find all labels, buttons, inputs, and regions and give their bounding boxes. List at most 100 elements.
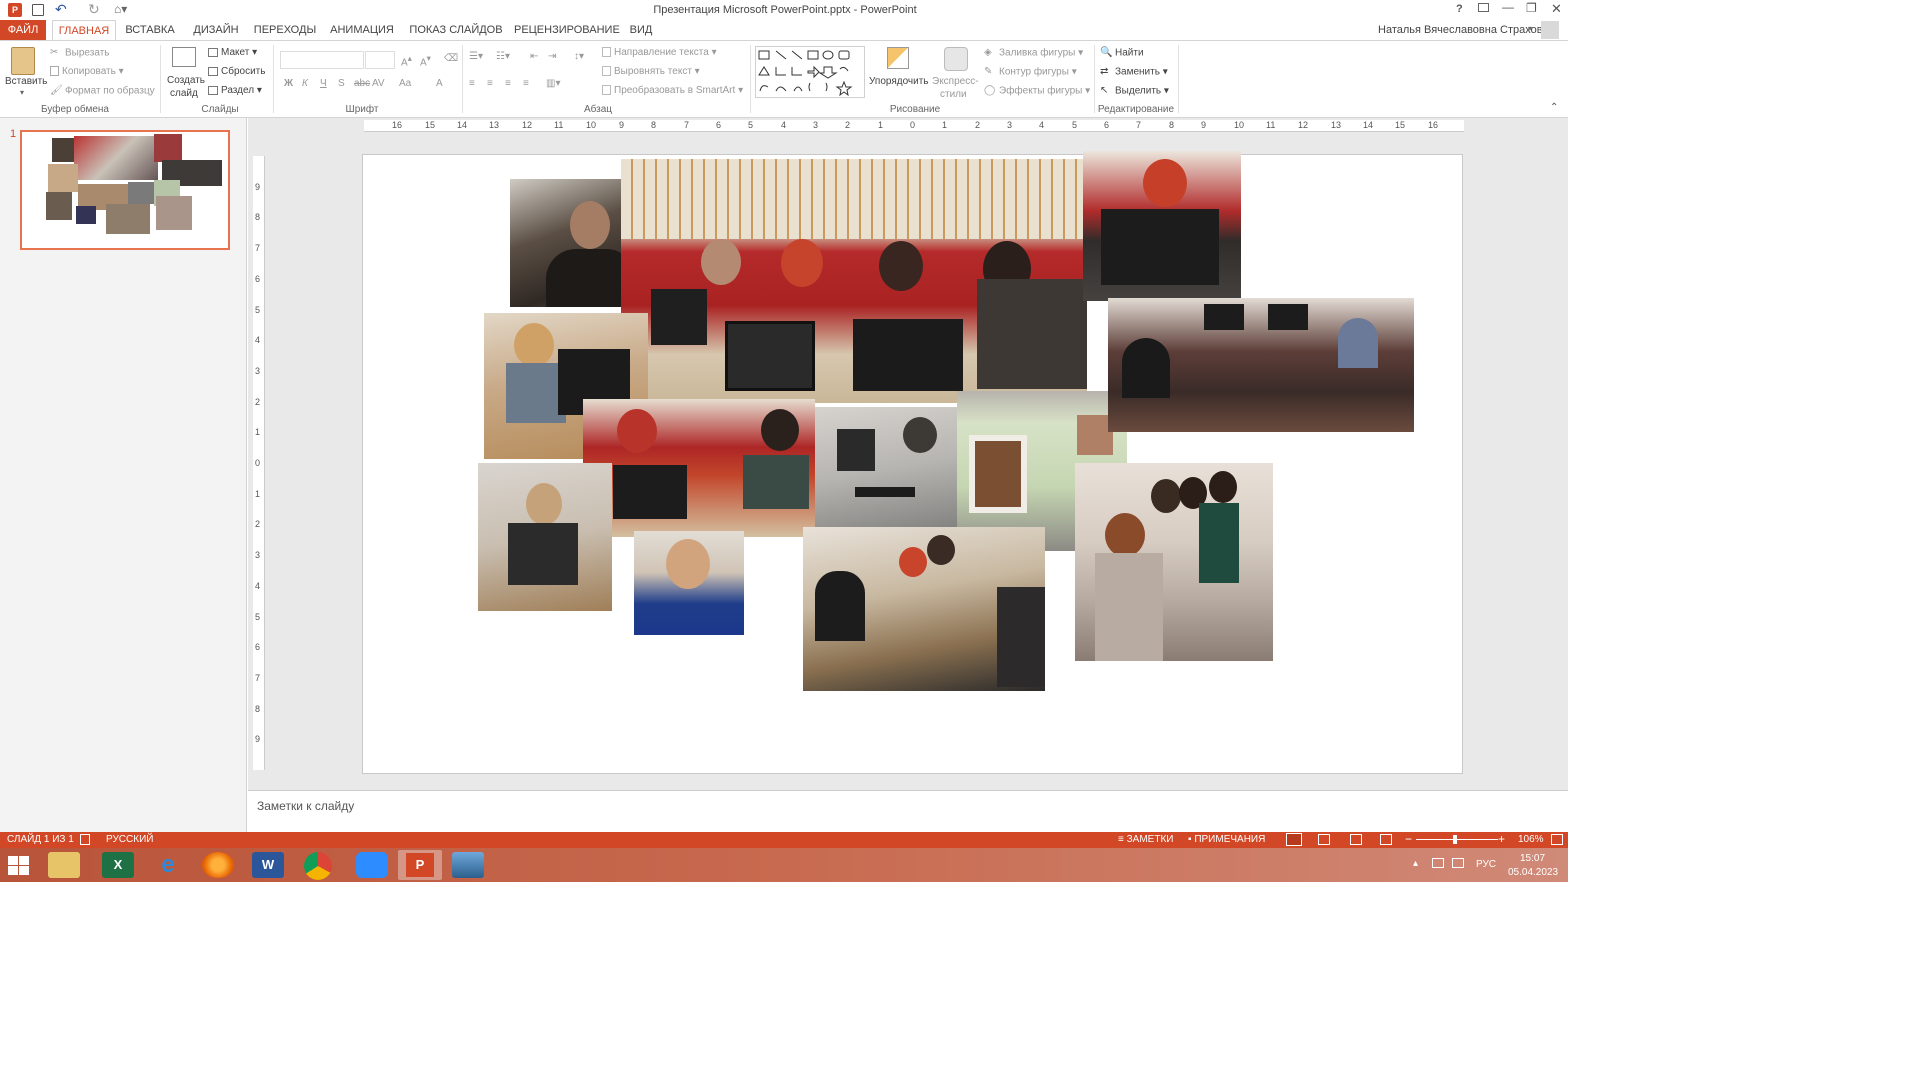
volume-icon[interactable]	[1452, 858, 1464, 868]
notes-pane[interactable]: Заметки к слайду	[248, 790, 1568, 832]
chrome-icon[interactable]	[304, 852, 332, 880]
zoom-in-icon[interactable]: +	[1498, 832, 1505, 846]
slide-canvas[interactable]	[362, 151, 1463, 774]
columns-icon[interactable]: ▥▾	[546, 78, 560, 89]
file-explorer-icon[interactable]	[48, 852, 80, 878]
powerpoint-taskbar-icon[interactable]: P	[398, 850, 442, 880]
photo-classroom-audience[interactable]	[1108, 298, 1414, 432]
word-icon[interactable]: W	[252, 852, 284, 878]
zoom-out-icon[interactable]: −	[1405, 832, 1412, 846]
photo-group-at-tables[interactable]	[803, 527, 1045, 691]
tab-transitions[interactable]: ПЕРЕХОДЫ	[252, 20, 318, 40]
shapes-gallery[interactable]	[755, 46, 865, 98]
avatar[interactable]	[1541, 21, 1559, 39]
firefox-icon[interactable]	[202, 852, 234, 878]
increase-indent-icon[interactable]: ⇥	[548, 51, 556, 62]
input-language[interactable]: РУС	[1476, 859, 1496, 870]
help-icon[interactable]: ?	[1456, 3, 1463, 15]
tab-file[interactable]: ФАЙЛ	[0, 20, 46, 40]
photo-woman-typing[interactable]	[815, 407, 959, 531]
bullets-icon[interactable]: ☰▾	[469, 51, 483, 62]
font-size-select[interactable]	[365, 51, 395, 69]
justify-icon[interactable]: ≡	[523, 78, 529, 89]
tab-review[interactable]: РЕЦЕНЗИРОВАНИЕ	[514, 20, 620, 40]
align-text-button[interactable]: Выровнять текст ▾	[602, 66, 700, 77]
select-button[interactable]: ↖ Выделить ▾	[1100, 85, 1169, 97]
clock-date[interactable]: 05.04.2023	[1508, 867, 1558, 878]
windows-start-icon[interactable]	[8, 856, 30, 876]
new-slide-icon[interactable]	[172, 47, 196, 67]
layout-button[interactable]: Макет ▾	[208, 47, 257, 58]
section-button[interactable]: Раздел ▾	[208, 85, 262, 96]
font-family-select[interactable]	[280, 51, 364, 69]
tray-chevron-icon[interactable]: ▴	[1413, 858, 1418, 869]
smartart-button[interactable]: Преобразовать в SmartArt ▾	[602, 85, 743, 96]
strikethrough-button[interactable]: abc	[354, 78, 370, 89]
tab-view[interactable]: ВИД	[624, 20, 658, 40]
zoom-slider-thumb[interactable]	[1453, 835, 1457, 844]
quick-styles-line1[interactable]: Экспресс-	[932, 76, 979, 87]
decrease-indent-icon[interactable]: ⇤	[530, 51, 538, 62]
network-icon[interactable]	[1432, 858, 1444, 868]
slide-thumbnail[interactable]	[20, 130, 230, 250]
restore-icon[interactable]: ❐	[1526, 1, 1537, 15]
quick-styles-icon[interactable]	[944, 47, 968, 71]
shadow-button[interactable]: S	[338, 78, 345, 89]
align-left-icon[interactable]: ≡	[469, 78, 475, 89]
clear-formatting-icon[interactable]: ⌫	[444, 53, 458, 64]
italic-button[interactable]: К	[302, 78, 308, 89]
slide-sorter-icon[interactable]	[1318, 834, 1330, 845]
zoom-slider[interactable]	[1416, 839, 1498, 840]
ie-icon[interactable]: e	[152, 852, 184, 878]
bold-button[interactable]: Ж	[284, 78, 293, 89]
spellcheck-icon[interactable]	[80, 834, 90, 845]
arrange-button[interactable]: Упорядочить	[869, 76, 929, 87]
quick-access-customize-icon[interactable]: ⌂▾	[114, 2, 127, 16]
reset-button[interactable]: Сбросить	[208, 66, 265, 77]
new-slide-line2[interactable]: слайд	[170, 88, 198, 99]
ribbon-display-options-icon[interactable]	[1478, 3, 1489, 12]
copy-button[interactable]: Копировать ▾	[50, 66, 124, 77]
paste-icon[interactable]	[11, 47, 35, 75]
close-icon[interactable]: ✕	[1551, 1, 1562, 17]
find-button[interactable]: 🔍 Найти	[1100, 47, 1144, 59]
zoom-level[interactable]: 106%	[1518, 834, 1544, 845]
collapse-ribbon-icon[interactable]: ⌃	[1550, 102, 1558, 113]
quick-styles-line2[interactable]: стили	[940, 89, 967, 100]
text-direction-button[interactable]: Направление текста ▾	[602, 47, 717, 58]
char-spacing-button[interactable]: AV	[372, 78, 385, 89]
tab-slideshow[interactable]: ПОКАЗ СЛАЙДОВ	[408, 20, 504, 40]
slide-counter[interactable]: СЛАЙД 1 ИЗ 1	[7, 834, 74, 845]
reading-view-icon[interactable]	[1350, 834, 1362, 845]
arrange-icon[interactable]	[887, 47, 909, 69]
format-painter-button[interactable]: 🖌 Формат по образцу	[50, 85, 155, 97]
zoom-icon[interactable]	[356, 852, 388, 878]
grow-font-button[interactable]: A▴	[401, 53, 412, 68]
save-icon[interactable]	[32, 4, 44, 16]
photos-icon[interactable]	[452, 852, 484, 878]
notes-button[interactable]: ≡ ЗАМЕТКИ	[1118, 834, 1173, 845]
font-color-button[interactable]: A	[436, 78, 443, 89]
undo-icon[interactable]: ↶	[55, 1, 67, 18]
line-spacing-icon[interactable]: ↕▾	[574, 51, 584, 62]
tab-home[interactable]: ГЛАВНАЯ	[52, 20, 116, 41]
fit-slide-icon[interactable]	[1551, 834, 1563, 845]
replace-button[interactable]: ⇄ Заменить ▾	[1100, 66, 1168, 78]
tab-insert[interactable]: ВСТАВКА	[122, 20, 178, 40]
numbering-icon[interactable]: ☷▾	[496, 51, 510, 62]
slideshow-icon[interactable]	[1380, 834, 1392, 845]
photo-woman-blue-shirt[interactable]	[634, 531, 744, 635]
powerpoint-icon[interactable]: P	[8, 3, 22, 17]
photo-group-seated[interactable]	[1075, 463, 1273, 661]
tab-animation[interactable]: АНИМАЦИЯ	[326, 20, 398, 40]
clock-time[interactable]: 15:07	[1520, 853, 1545, 864]
user-name[interactable]: Наталья Вячеславовна Страхова	[1378, 24, 1549, 36]
underline-button[interactable]: Ч	[320, 78, 327, 89]
cut-button[interactable]: ✂ Вырезать	[50, 47, 109, 59]
paste-button[interactable]: Вставить	[5, 76, 47, 87]
minimize-icon[interactable]: —	[1502, 0, 1514, 14]
align-right-icon[interactable]: ≡	[505, 78, 511, 89]
shape-outline-button[interactable]: ✎ Контур фигуры ▾	[984, 66, 1077, 78]
language-indicator[interactable]: РУССКИЙ	[106, 834, 153, 845]
new-slide-line1[interactable]: Создать	[167, 75, 205, 86]
